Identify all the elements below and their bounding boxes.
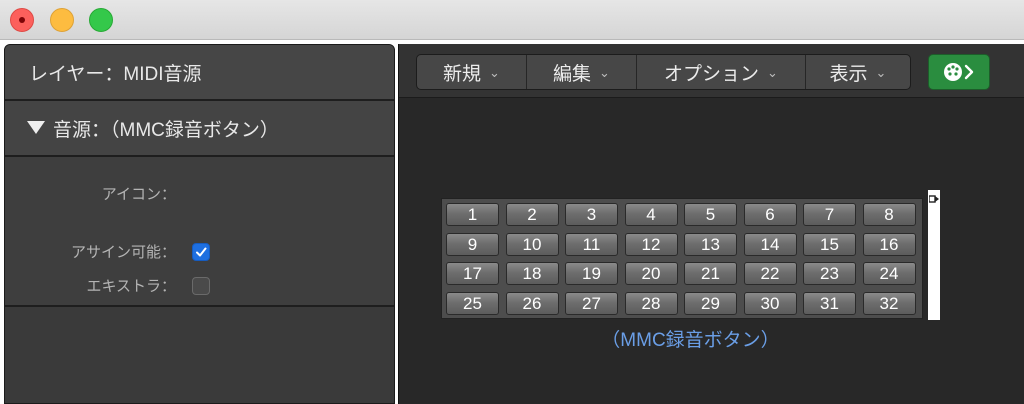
chevron-down-icon: ⌄ — [767, 65, 778, 80]
instrument-parameters: アイコン： アサイン可能： エキストラ： — [5, 157, 394, 307]
mmc-button[interactable]: 21 — [684, 262, 737, 285]
mmc-button[interactable]: 32 — [862, 291, 916, 315]
menu-bar: 新規 ⌄ 編集 ⌄ オプション ⌄ 表示 ⌄ — [416, 54, 911, 90]
mmc-button[interactable]: 17 — [446, 262, 499, 285]
mmc-button[interactable]: 29 — [684, 291, 737, 315]
menu-view-label: 表示 — [829, 63, 868, 85]
menu-new[interactable]: 新規 ⌄ — [417, 55, 527, 89]
output-port-icon[interactable] — [929, 194, 939, 204]
mmc-button[interactable]: 26 — [505, 291, 559, 315]
mmc-button[interactable]: 11 — [565, 232, 618, 256]
extra-label: エキストラ： — [86, 278, 176, 295]
minimize-window-button[interactable] — [50, 8, 74, 32]
layer-title: レイヤー：MIDI音源 — [29, 64, 202, 85]
mmc-button[interactable]: 4 — [624, 203, 678, 226]
mmc-button[interactable]: 10 — [505, 232, 559, 256]
inspector-empty-area — [5, 307, 394, 403]
chevron-down-icon: ⌄ — [489, 65, 500, 80]
mmc-button[interactable]: 23 — [803, 262, 856, 285]
menu-options-label: オプション — [664, 63, 760, 85]
checkmark-icon — [196, 247, 207, 257]
mmc-button[interactable]: 3 — [565, 203, 618, 226]
midi-plug-arrow-icon — [944, 63, 974, 81]
menu-options[interactable]: オプション ⌄ — [637, 55, 806, 89]
mmc-button[interactable]: 19 — [565, 262, 618, 285]
mmc-button[interactable]: 15 — [803, 232, 856, 256]
window-titlebar — [0, 0, 1024, 40]
object-inspector: レイヤー：MIDI音源 音源：（MMC録音ボタン） アイコン： アサイン可能： … — [4, 44, 395, 404]
extra-checkbox[interactable] — [192, 277, 210, 295]
mmc-button[interactable]: 13 — [684, 232, 737, 256]
object-name-label: （MMC録音ボタン） — [601, 330, 780, 351]
mmc-button[interactable]: 14 — [743, 232, 797, 256]
menu-view[interactable]: 表示 ⌄ — [806, 55, 910, 89]
menu-edit[interactable]: 編集 ⌄ — [527, 55, 637, 89]
environment-toolbar: 新規 ⌄ 編集 ⌄ オプション ⌄ 表示 ⌄ — [399, 44, 1024, 98]
mmc-button[interactable]: 27 — [565, 291, 618, 315]
instrument-section-label: 音源：（MMC録音ボタン） — [53, 120, 279, 141]
assignable-checkbox[interactable] — [192, 243, 210, 261]
mmc-button[interactable]: 9 — [446, 232, 499, 256]
close-window-button[interactable] — [10, 8, 34, 32]
chevron-down-icon: ⌄ — [599, 65, 610, 80]
object-output-cable[interactable] — [928, 190, 940, 320]
mmc-button[interactable]: 18 — [505, 262, 559, 285]
disclosure-triangle-icon[interactable] — [27, 121, 45, 134]
inspector-header: レイヤー：MIDI音源 — [5, 45, 394, 101]
menu-new-label: 新規 — [443, 63, 482, 85]
mmc-button[interactable]: 28 — [624, 291, 678, 315]
mmc-button[interactable]: 5 — [684, 203, 737, 226]
mmc-button[interactable]: 6 — [743, 203, 797, 226]
mmc-button[interactable]: 25 — [446, 291, 499, 315]
menu-edit-label: 編集 — [553, 63, 592, 85]
mmc-record-buttons-object[interactable]: 1 2 3 4 5 6 7 8 9 10 11 12 13 14 15 16 17 18 19 20 21 22 23 24 2… — [441, 198, 923, 319]
mmc-button[interactable]: 22 — [743, 262, 797, 285]
instrument-section-header[interactable]: 音源：（MMC録音ボタン） — [5, 101, 394, 157]
mmc-button[interactable]: 12 — [624, 232, 678, 256]
zoom-window-button[interactable] — [89, 8, 113, 32]
chevron-down-icon: ⌄ — [875, 65, 887, 80]
mmc-button[interactable]: 7 — [803, 203, 856, 226]
mmc-button[interactable]: 31 — [803, 291, 856, 315]
midi-activity-button[interactable] — [928, 54, 990, 90]
mmc-button[interactable]: 8 — [862, 203, 916, 226]
mmc-button[interactable]: 16 — [862, 232, 916, 256]
assignable-label: アサイン可能： — [70, 244, 176, 261]
mmc-button[interactable]: 1 — [446, 203, 499, 226]
environment-window: 新規 ⌄ 編集 ⌄ オプション ⌄ 表示 ⌄ 1 2 3 4 5 6 7 8 9… — [398, 44, 1024, 404]
icon-label: アイコン： — [101, 186, 176, 203]
mmc-button[interactable]: 20 — [624, 262, 678, 285]
mmc-button[interactable]: 30 — [743, 291, 797, 315]
mmc-button[interactable]: 24 — [862, 262, 916, 285]
mmc-button[interactable]: 2 — [505, 203, 559, 226]
